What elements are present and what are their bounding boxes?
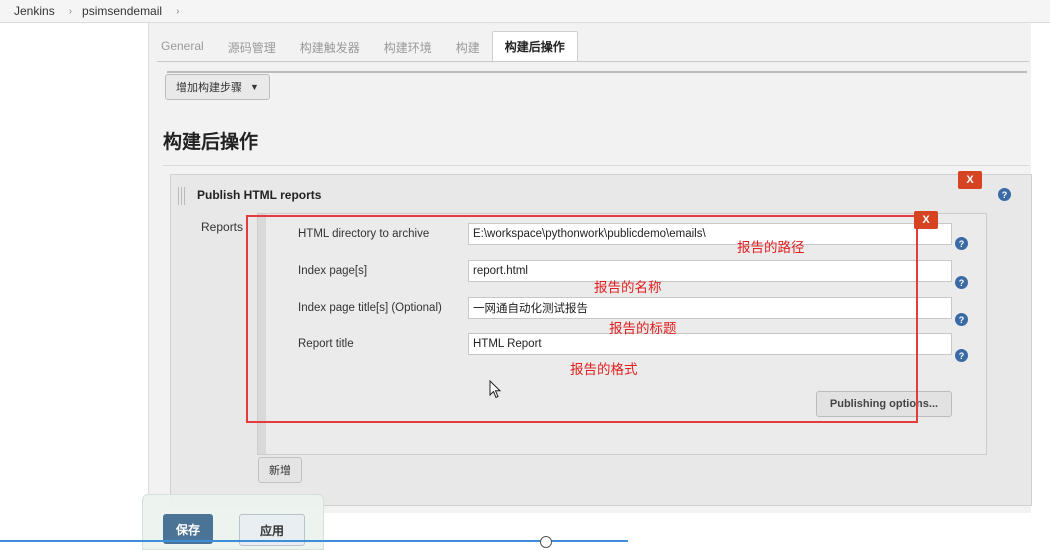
- breadcrumb: Jenkins › psimsendemail ›: [0, 0, 1050, 23]
- divider: [163, 165, 1029, 166]
- section-title: 构建后操作: [163, 132, 259, 153]
- delete-publisher-button[interactable]: X: [958, 171, 982, 189]
- delete-report-button[interactable]: X: [914, 211, 938, 229]
- publisher-title: Publish HTML reports: [197, 188, 322, 202]
- add-report-button[interactable]: 新增: [258, 457, 302, 483]
- tab-triggers[interactable]: 构建触发器: [288, 33, 372, 61]
- help-icon[interactable]: ?: [955, 313, 968, 326]
- divider: [167, 67, 1027, 73]
- drag-handle-icon[interactable]: [178, 187, 186, 205]
- tab-build[interactable]: 构建: [444, 33, 492, 61]
- add-build-step-button[interactable]: 增加构建步骤 ▼: [165, 74, 270, 100]
- breadcrumb-job[interactable]: psimsendemail: [78, 4, 170, 18]
- scrubber-handle[interactable]: [540, 536, 552, 548]
- help-icon[interactable]: ?: [955, 349, 968, 362]
- caret-down-icon: ▼: [250, 82, 259, 92]
- help-icon[interactable]: ?: [955, 237, 968, 250]
- highlight-frame: [246, 215, 918, 423]
- reports-label: Reports: [201, 220, 244, 234]
- mouse-cursor-icon: [489, 380, 502, 399]
- tab-post-build[interactable]: 构建后操作: [491, 31, 578, 62]
- breadcrumb-jenkins[interactable]: Jenkins: [0, 4, 63, 18]
- help-icon[interactable]: ?: [998, 188, 1011, 201]
- progress-line: [0, 540, 628, 542]
- chevron-right-icon[interactable]: ›: [170, 6, 185, 17]
- tab-general[interactable]: General: [149, 33, 216, 61]
- left-pane: [0, 23, 145, 548]
- help-icon[interactable]: ?: [955, 276, 968, 289]
- config-tabs: General 源码管理 构建触发器 构建环境 构建 构建后操作: [149, 31, 578, 62]
- chevron-right-icon: ›: [68, 5, 73, 17]
- tab-build-env[interactable]: 构建环境: [372, 33, 444, 61]
- add-build-step-label: 增加构建步骤: [176, 82, 242, 94]
- tab-scm[interactable]: 源码管理: [216, 33, 288, 61]
